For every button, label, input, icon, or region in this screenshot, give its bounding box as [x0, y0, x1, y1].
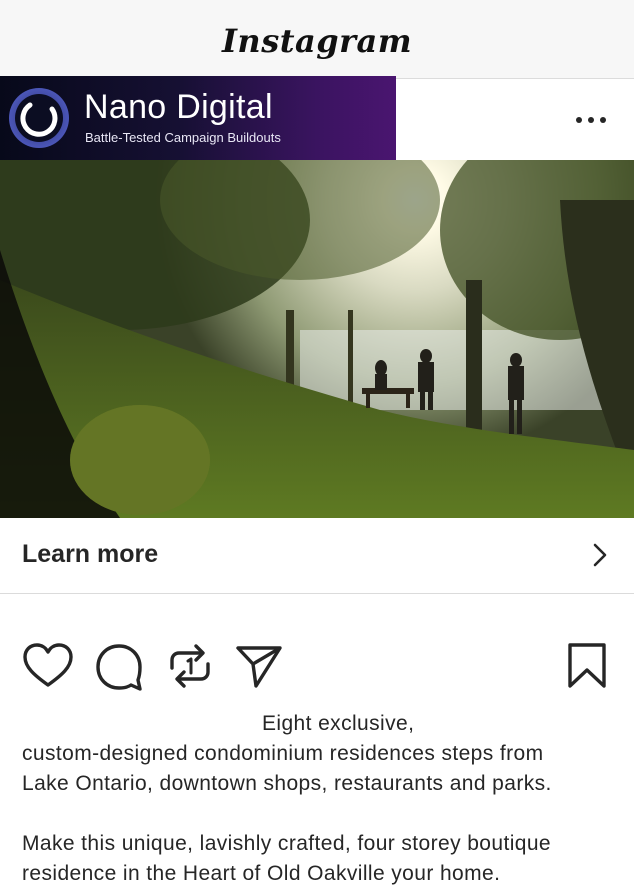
brand-logo-icon	[9, 88, 69, 148]
caption-line-4: Make this unique, lavishly crafted, four…	[22, 832, 552, 855]
caption-text-1: Eight exclusive,	[262, 712, 415, 735]
comment-icon	[96, 644, 142, 691]
learn-more-button[interactable]: Learn more	[0, 518, 634, 594]
post-media[interactable]	[0, 160, 634, 518]
more-options-button[interactable]	[574, 106, 608, 134]
more-horizontal-icon	[576, 117, 606, 123]
like-button[interactable]	[22, 640, 74, 692]
caption-line-1: Eight exclusive,	[22, 709, 622, 739]
caption-line-2: custom-designed condominium residences s…	[22, 742, 544, 765]
heart-icon	[23, 643, 73, 687]
redacted-username	[22, 715, 262, 733]
chevron-right-icon	[593, 543, 607, 567]
repost-icon	[170, 644, 210, 688]
comment-button[interactable]	[94, 640, 146, 692]
repost-button[interactable]	[164, 640, 216, 692]
send-icon	[236, 646, 282, 688]
bookmark-icon	[568, 643, 606, 688]
park-sunset-photo	[0, 160, 634, 518]
save-button[interactable]	[564, 640, 616, 692]
caption-line-5: residence in the Heart of Old Oakville y…	[22, 862, 501, 885]
top-bar: Instagram	[0, 0, 634, 79]
brand-tagline: Battle-Tested Campaign Buildouts	[85, 130, 281, 145]
brand-name: Nano Digital	[84, 88, 273, 126]
post-actions	[0, 640, 634, 696]
caption-line-3: Lake Ontario, downtown shops, restaurant…	[22, 772, 552, 795]
post-caption: Eight exclusive, custom-designed condomi…	[22, 709, 622, 889]
learn-more-label: Learn more	[22, 540, 159, 568]
instagram-logo[interactable]: Instagram	[222, 22, 412, 60]
ad-banner[interactable]: Nano Digital Battle-Tested Campaign Buil…	[0, 76, 396, 160]
share-button[interactable]	[234, 640, 286, 692]
